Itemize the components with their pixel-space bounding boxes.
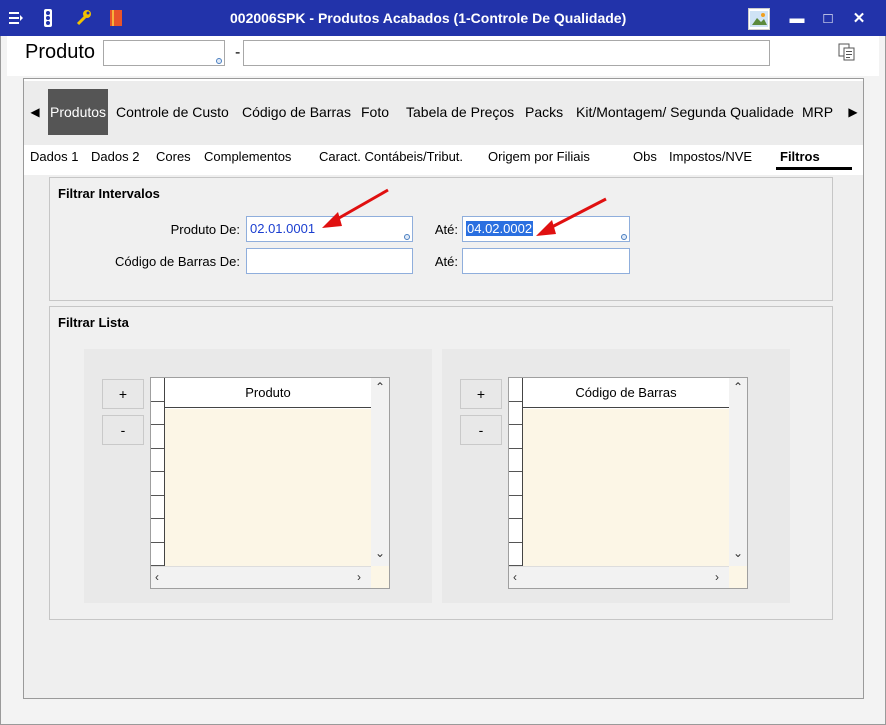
- lookup-icon[interactable]: [216, 58, 222, 64]
- codigo-barras-column-header[interactable]: Código de Barras: [523, 378, 729, 408]
- remove-codigo-barras-button[interactable]: -: [460, 415, 502, 445]
- tab-codigo-de-barras[interactable]: Código de Barras: [240, 89, 353, 135]
- chevron-right-icon[interactable]: ›: [715, 570, 719, 584]
- produto-column-header[interactable]: Produto: [165, 378, 371, 408]
- tab-packs[interactable]: Packs: [523, 89, 565, 135]
- tab-tabela-de-precos[interactable]: Tabela de Preços: [404, 89, 516, 135]
- traffic-light-icon[interactable]: [38, 8, 58, 28]
- main-content: ◀ Produtos Controle de Custo Código de B…: [23, 78, 864, 699]
- add-codigo-barras-button[interactable]: +: [460, 379, 502, 409]
- tab-kit-montagem[interactable]: Kit/Montagem/ Segunda Qualidade: [574, 89, 796, 135]
- filtrar-lista-title: Filtrar Lista: [58, 315, 129, 330]
- remove-produto-button[interactable]: -: [102, 415, 144, 445]
- image-icon[interactable]: [748, 8, 770, 30]
- filtrar-lista-group: Filtrar Lista + - Produto ⌃ ⌄ ‹ › + - Có…: [49, 306, 833, 620]
- codigo-barras-ate-label: Até:: [434, 254, 458, 269]
- vertical-scrollbar[interactable]: ⌃ ⌄: [371, 378, 389, 566]
- subtab-cores[interactable]: Cores: [156, 149, 191, 164]
- codigo-barras-grid[interactable]: Código de Barras ⌃ ⌄ ‹ ›: [508, 377, 748, 589]
- tab-foto[interactable]: Foto: [359, 89, 391, 135]
- chevron-up-icon[interactable]: ⌃: [733, 380, 743, 394]
- product-header: Produto -: [7, 36, 879, 76]
- scroll-corner: [729, 566, 747, 588]
- subtab-impostos-nve[interactable]: Impostos/NVE: [669, 149, 752, 164]
- menu-icon[interactable]: [6, 8, 26, 28]
- tab-controle-de-custo[interactable]: Controle de Custo: [114, 89, 231, 135]
- tab-scroll-right-icon[interactable]: ▶: [846, 101, 860, 123]
- row-indicators: [151, 378, 165, 566]
- filtrar-intervalos-group: Filtrar Intervalos Produto De: 02.01.000…: [49, 177, 833, 301]
- chevron-left-icon[interactable]: ‹: [155, 570, 159, 584]
- chevron-down-icon[interactable]: ⌄: [375, 546, 385, 560]
- codigo-barras-de-label: Código de Barras De:: [114, 254, 240, 269]
- product-label: Produto: [25, 41, 96, 63]
- minimize-button[interactable]: ▬: [784, 6, 810, 30]
- subtab-caract-contabeis[interactable]: Caract. Contábeis/Tribut.: [319, 149, 463, 164]
- horizontal-scrollbar[interactable]: ‹ ›: [151, 566, 371, 588]
- subtab-complementos[interactable]: Complementos: [204, 149, 291, 164]
- product-code-input[interactable]: [103, 40, 225, 66]
- codigo-barras-list-panel: + - Código de Barras ⌃ ⌄ ‹ ›: [442, 349, 790, 603]
- horizontal-scrollbar[interactable]: ‹ ›: [509, 566, 729, 588]
- lookup-icon[interactable]: [621, 234, 627, 240]
- filtros-panel: Filtrar Intervalos Produto De: 02.01.000…: [24, 175, 863, 698]
- product-description-input[interactable]: [243, 40, 770, 66]
- window-titlebar: 002006SPK - Produtos Acabados (1-Control…: [0, 0, 886, 36]
- subtab-filtros[interactable]: Filtros: [780, 149, 820, 164]
- add-produto-button[interactable]: +: [102, 379, 144, 409]
- close-button[interactable]: ✕: [846, 6, 872, 30]
- copy-icon[interactable]: [837, 42, 857, 62]
- main-tabs: ◀ Produtos Controle de Custo Código de B…: [24, 81, 863, 145]
- subtab-obs[interactable]: Obs: [633, 149, 657, 164]
- tab-produtos[interactable]: Produtos: [48, 89, 109, 135]
- produto-grid[interactable]: Produto ⌃ ⌄ ‹ ›: [150, 377, 390, 589]
- wrench-icon[interactable]: [74, 8, 94, 28]
- produto-de-value: 02.01.0001: [250, 221, 316, 236]
- row-indicators: [509, 378, 523, 566]
- produto-grid-body[interactable]: [165, 409, 371, 567]
- subtab-dados-2[interactable]: Dados 2: [91, 149, 139, 164]
- produto-ate-input[interactable]: 04.02.0002: [462, 216, 630, 242]
- chevron-right-icon[interactable]: ›: [357, 570, 361, 584]
- active-subtab-indicator: [776, 167, 852, 170]
- produto-ate-value: 04.02.0002: [466, 221, 534, 236]
- tab-mrp[interactable]: MRP: [800, 89, 835, 135]
- produto-list-panel: + - Produto ⌃ ⌄ ‹ ›: [84, 349, 432, 603]
- produto-ate-label: Até:: [434, 222, 458, 237]
- produto-de-label: Produto De:: [170, 222, 240, 237]
- window-frame: Produto - ◀ Produtos Controle de Custo C…: [0, 36, 886, 725]
- filtrar-intervalos-title: Filtrar Intervalos: [58, 186, 160, 201]
- window-title: 002006SPK - Produtos Acabados (1-Control…: [230, 10, 627, 26]
- subtab-origem-por-filiais[interactable]: Origem por Filiais: [488, 149, 590, 164]
- subtab-dados-1[interactable]: Dados 1: [30, 149, 78, 164]
- produto-de-input[interactable]: 02.01.0001: [246, 216, 413, 242]
- book-icon[interactable]: [106, 8, 126, 28]
- codigo-barras-grid-body[interactable]: [523, 409, 729, 567]
- separator: -: [235, 44, 241, 61]
- lookup-icon[interactable]: [404, 234, 410, 240]
- chevron-left-icon[interactable]: ‹: [513, 570, 517, 584]
- codigo-barras-ate-input[interactable]: [462, 248, 630, 274]
- tab-scroll-left-icon[interactable]: ◀: [28, 101, 42, 123]
- vertical-scrollbar[interactable]: ⌃ ⌄: [729, 378, 747, 566]
- chevron-up-icon[interactable]: ⌃: [375, 380, 385, 394]
- codigo-barras-de-input[interactable]: [246, 248, 413, 274]
- scroll-corner: [371, 566, 389, 588]
- maximize-button[interactable]: □: [815, 6, 841, 30]
- chevron-down-icon[interactable]: ⌄: [733, 546, 743, 560]
